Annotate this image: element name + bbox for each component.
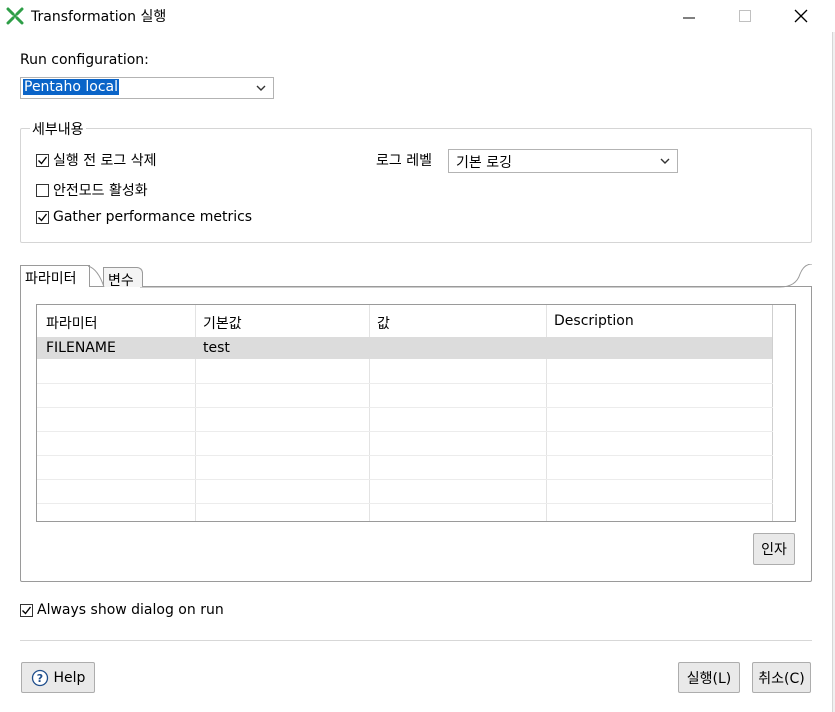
run-configuration-label: Run configuration:	[20, 52, 149, 68]
transformation-app-icon	[6, 7, 24, 25]
maximize-button	[722, 0, 768, 32]
help-button-label: Help	[53, 669, 86, 686]
details-legend: 세부내용	[30, 119, 86, 139]
run-button[interactable]: 실행(L)	[678, 662, 740, 693]
column-header-parameter[interactable]: 파라미터	[46, 313, 98, 333]
checkmark-icon	[38, 213, 48, 222]
table-cell-parameter[interactable]: FILENAME	[46, 340, 116, 356]
svg-text:?: ?	[36, 672, 42, 685]
log-level-select[interactable]: 기본 로깅	[448, 149, 678, 173]
minimize-button[interactable]	[666, 0, 712, 32]
chevron-down-icon	[256, 85, 266, 91]
tab-strip-curve	[140, 264, 812, 288]
safe-mode-label: 안전모드 활성화	[53, 183, 148, 199]
checkmark-icon	[22, 606, 32, 615]
help-icon: ?	[31, 669, 48, 686]
clear-log-checkbox[interactable]	[36, 153, 49, 167]
clear-log-checkbox-row[interactable]: 실행 전 로그 삭제	[36, 150, 157, 170]
tab-parameters[interactable]: 파라미터	[20, 265, 90, 287]
checkmark-icon	[38, 156, 48, 165]
run-configuration-value: Pentaho local	[23, 79, 120, 95]
log-level-value: 기본 로깅	[456, 155, 512, 171]
always-show-checkbox[interactable]	[20, 603, 33, 617]
help-button[interactable]: ? Help	[21, 662, 95, 693]
tab-variables[interactable]: 변수	[103, 267, 143, 289]
always-show-checkbox-row[interactable]: Always show dialog on run	[20, 602, 224, 618]
close-icon	[794, 9, 808, 23]
run-configuration-select[interactable]: Pentaho local	[20, 77, 274, 99]
safe-mode-checkbox-row[interactable]: 안전모드 활성화	[36, 180, 148, 200]
always-show-label: Always show dialog on run	[37, 602, 224, 618]
arguments-button-label: 인자	[761, 542, 787, 558]
column-header-value[interactable]: 값	[377, 313, 390, 333]
parameters-table[interactable]: 파라미터 기본값 값 Description FILENAME test	[36, 304, 796, 522]
safe-mode-checkbox[interactable]	[36, 183, 49, 197]
window-title: Transformation 실행	[31, 9, 167, 25]
chevron-down-icon	[660, 158, 670, 164]
log-level-label: 로그 레벨	[376, 153, 432, 169]
arguments-button[interactable]: 인자	[753, 533, 795, 565]
cancel-button[interactable]: 취소(C)	[752, 662, 811, 693]
performance-metrics-checkbox[interactable]	[36, 210, 49, 224]
clear-log-label: 실행 전 로그 삭제	[53, 153, 157, 169]
tab-parameters-label: 파라미터	[25, 271, 77, 287]
tab-separator	[88, 265, 105, 288]
title-bar: Transformation 실행	[0, 0, 835, 32]
maximize-icon	[739, 10, 751, 22]
run-button-label: 실행(L)	[686, 670, 732, 687]
cancel-button-label: 취소(C)	[758, 670, 805, 687]
minimize-icon	[683, 17, 695, 19]
table-row[interactable]	[37, 337, 772, 359]
performance-metrics-checkbox-row[interactable]: Gather performance metrics	[36, 209, 252, 225]
footer-separator	[20, 640, 812, 641]
table-cell-default-value[interactable]: test	[203, 340, 230, 356]
performance-metrics-label: Gather performance metrics	[53, 209, 253, 225]
tab-variables-label: 변수	[108, 273, 134, 289]
column-header-default-value[interactable]: 기본값	[203, 313, 242, 333]
column-header-description[interactable]: Description	[554, 313, 634, 329]
close-button[interactable]	[778, 0, 824, 32]
